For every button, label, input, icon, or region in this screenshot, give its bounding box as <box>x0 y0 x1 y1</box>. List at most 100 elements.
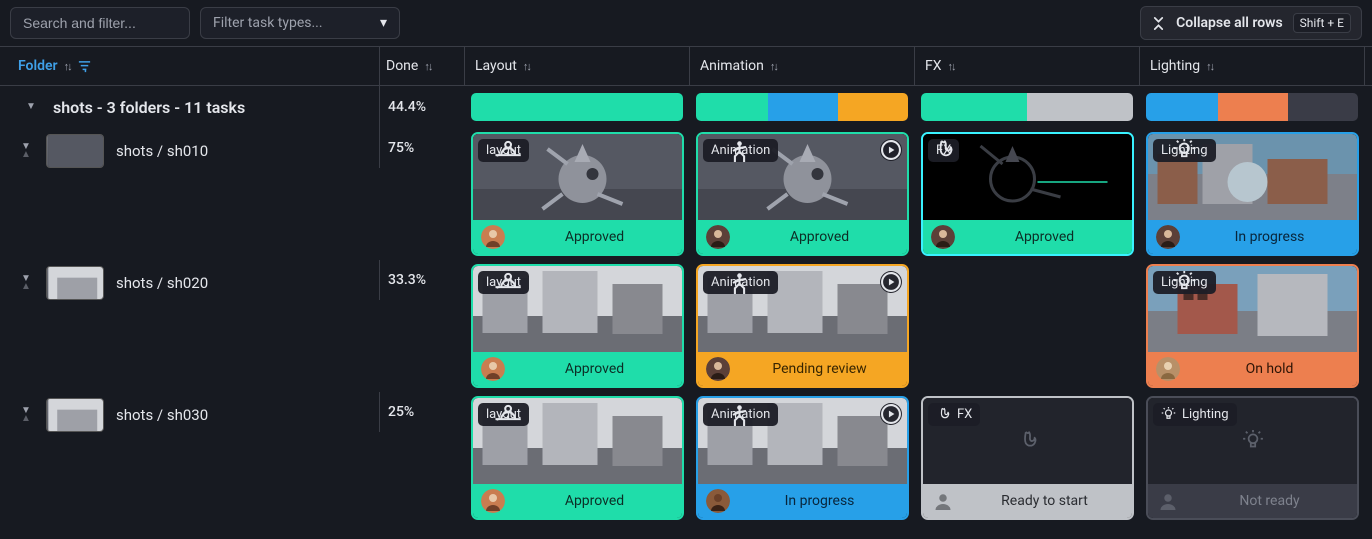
chevron-up-icon: ▲ <box>21 151 31 159</box>
col-header-lighting[interactable]: Lighting ↑↓ <box>1140 47 1365 85</box>
task-type-badge: layout <box>478 139 529 162</box>
col-header-folder[interactable]: Folder ↑↓ <box>0 47 380 85</box>
expand-toggle[interactable]: ▼ ▲ <box>18 407 34 423</box>
chevron-up-icon: ▲ <box>21 283 31 291</box>
task-status-bar: Approved <box>473 220 682 254</box>
filter-placeholder: Filter task types... <box>213 15 323 31</box>
task-card-layout[interactable]: layout Approved <box>471 264 684 388</box>
shot-thumbnail[interactable] <box>46 134 104 168</box>
task-card-animation[interactable]: Animation Approved <box>696 132 909 256</box>
play-button[interactable] <box>880 403 902 425</box>
play-icon <box>880 271 902 293</box>
play-button[interactable] <box>880 271 902 293</box>
task-type-badge: Animation <box>703 403 778 426</box>
lighting-icon <box>1153 271 1216 294</box>
col-header-folder-label: Folder <box>18 58 58 74</box>
assignee-avatar[interactable] <box>931 225 955 249</box>
task-card-fx[interactable]: FX Approved <box>921 132 1134 256</box>
task-card-animation[interactable]: Animation In progress <box>696 396 909 520</box>
sort-icon: ↑↓ <box>523 60 530 73</box>
progress-strip-layout <box>471 93 683 121</box>
chevron-down-icon: ▼ <box>26 103 36 111</box>
task-type-label: Lighting <box>1182 407 1229 422</box>
task-status-label: On hold <box>1190 361 1349 377</box>
assignee-avatar[interactable] <box>706 225 730 249</box>
shot-thumbnail[interactable] <box>46 266 104 300</box>
assignee-avatar[interactable] <box>706 357 730 381</box>
col-header-label: Lighting <box>1150 58 1200 74</box>
sort-icon: ↑↓ <box>770 60 777 73</box>
task-status-bar: Pending review <box>698 352 907 386</box>
shot-name: shots / sh020 <box>116 274 208 292</box>
collapse-all-rows-button[interactable]: Collapse all rows Shift + E <box>1140 6 1362 40</box>
card-thumbnail[interactable]: Animation <box>698 134 907 220</box>
task-type-badge: layout <box>478 271 529 294</box>
animation-icon <box>703 271 778 294</box>
expand-toggle[interactable]: ▼ <box>23 103 39 111</box>
fx-icon <box>936 407 951 422</box>
task-status-bar: Approved <box>698 220 907 254</box>
card-thumbnail[interactable]: Lighting <box>1148 134 1357 220</box>
play-icon <box>880 139 902 161</box>
task-status-bar: Ready to start <box>923 484 1132 518</box>
task-status-label: Not ready <box>1190 493 1349 509</box>
card-thumbnail[interactable]: FX <box>923 134 1132 220</box>
card-thumbnail-empty: Lighting <box>1148 398 1357 484</box>
progress-strip-animation <box>696 93 908 121</box>
assignee-avatar[interactable] <box>481 489 505 513</box>
summary-done-pct: 44.4% <box>386 99 426 115</box>
col-header-label: FX <box>925 58 942 74</box>
card-thumbnail[interactable]: layout <box>473 266 682 352</box>
progress-strip-lighting <box>1146 93 1358 121</box>
task-card-fx[interactable]: FX Ready to start <box>921 396 1134 520</box>
task-status-bar: Not ready <box>1148 484 1357 518</box>
col-header-label: Animation <box>700 58 764 74</box>
task-status-label: Pending review <box>740 361 899 377</box>
search-input[interactable] <box>10 7 190 39</box>
shot-row: ▼ ▲ shots / sh010 75% layout Approve <box>0 128 1372 260</box>
card-thumbnail[interactable]: Animation <box>698 398 907 484</box>
assignee-avatar[interactable] <box>481 357 505 381</box>
task-card-lighting[interactable]: Lighting In progress <box>1146 132 1359 256</box>
assignee-avatar[interactable] <box>481 225 505 249</box>
col-header-animation[interactable]: Animation ↑↓ <box>690 47 915 85</box>
card-thumbnail[interactable]: layout <box>473 398 682 484</box>
progress-strip-fx <box>921 93 1133 121</box>
shot-thumbnail[interactable] <box>46 398 104 432</box>
sort-icon: ↑↓ <box>948 60 955 73</box>
assignee-avatar[interactable] <box>1156 225 1180 249</box>
summary-row: ▼ shots - 3 folders - 11 tasks 44.4% <box>0 86 1372 128</box>
task-status-label: Approved <box>515 361 674 377</box>
card-thumbnail[interactable]: Lighting <box>1148 266 1357 352</box>
card-thumbnail[interactable]: layout <box>473 134 682 220</box>
shot-row: ▼ ▲ shots / sh020 33.3% layout Appro <box>0 260 1372 392</box>
task-status-label: In progress <box>1190 229 1349 245</box>
lighting-icon <box>1153 139 1216 162</box>
assignee-avatar[interactable] <box>1156 357 1180 381</box>
filter-task-types-select[interactable]: Filter task types... ▾ <box>200 7 400 39</box>
chevron-up-icon: ▲ <box>21 415 31 423</box>
fx-icon <box>928 139 959 162</box>
card-thumbnail-empty: FX <box>923 398 1132 484</box>
expand-toggle[interactable]: ▼ ▲ <box>18 143 34 159</box>
task-type-badge: Animation <box>703 139 778 162</box>
task-card-lighting[interactable]: Lighting Not ready <box>1146 396 1359 520</box>
task-card-animation[interactable]: Animation Pending review <box>696 264 909 388</box>
task-type-badge: layout <box>478 403 529 426</box>
shot-done-pct: 75% <box>386 140 414 156</box>
task-card-layout[interactable]: layout Approved <box>471 396 684 520</box>
card-thumbnail[interactable]: Animation <box>698 266 907 352</box>
expand-toggle[interactable]: ▼ ▲ <box>18 275 34 291</box>
task-status-bar: Approved <box>923 220 1132 254</box>
col-header-done[interactable]: Done ↑↓ <box>380 47 465 85</box>
sort-icon: ↑↓ <box>1206 60 1213 73</box>
lighting-placeholder-icon <box>1242 430 1264 452</box>
col-header-fx[interactable]: FX ↑↓ <box>915 47 1140 85</box>
task-card-lighting[interactable]: Lighting On hold <box>1146 264 1359 388</box>
task-status-bar: In progress <box>1148 220 1357 254</box>
play-button[interactable] <box>880 139 902 161</box>
col-header-layout[interactable]: Layout ↑↓ <box>465 47 690 85</box>
task-card-layout[interactable]: layout Approved <box>471 132 684 256</box>
shot-name: shots / sh010 <box>116 142 208 160</box>
assignee-avatar[interactable] <box>706 489 730 513</box>
